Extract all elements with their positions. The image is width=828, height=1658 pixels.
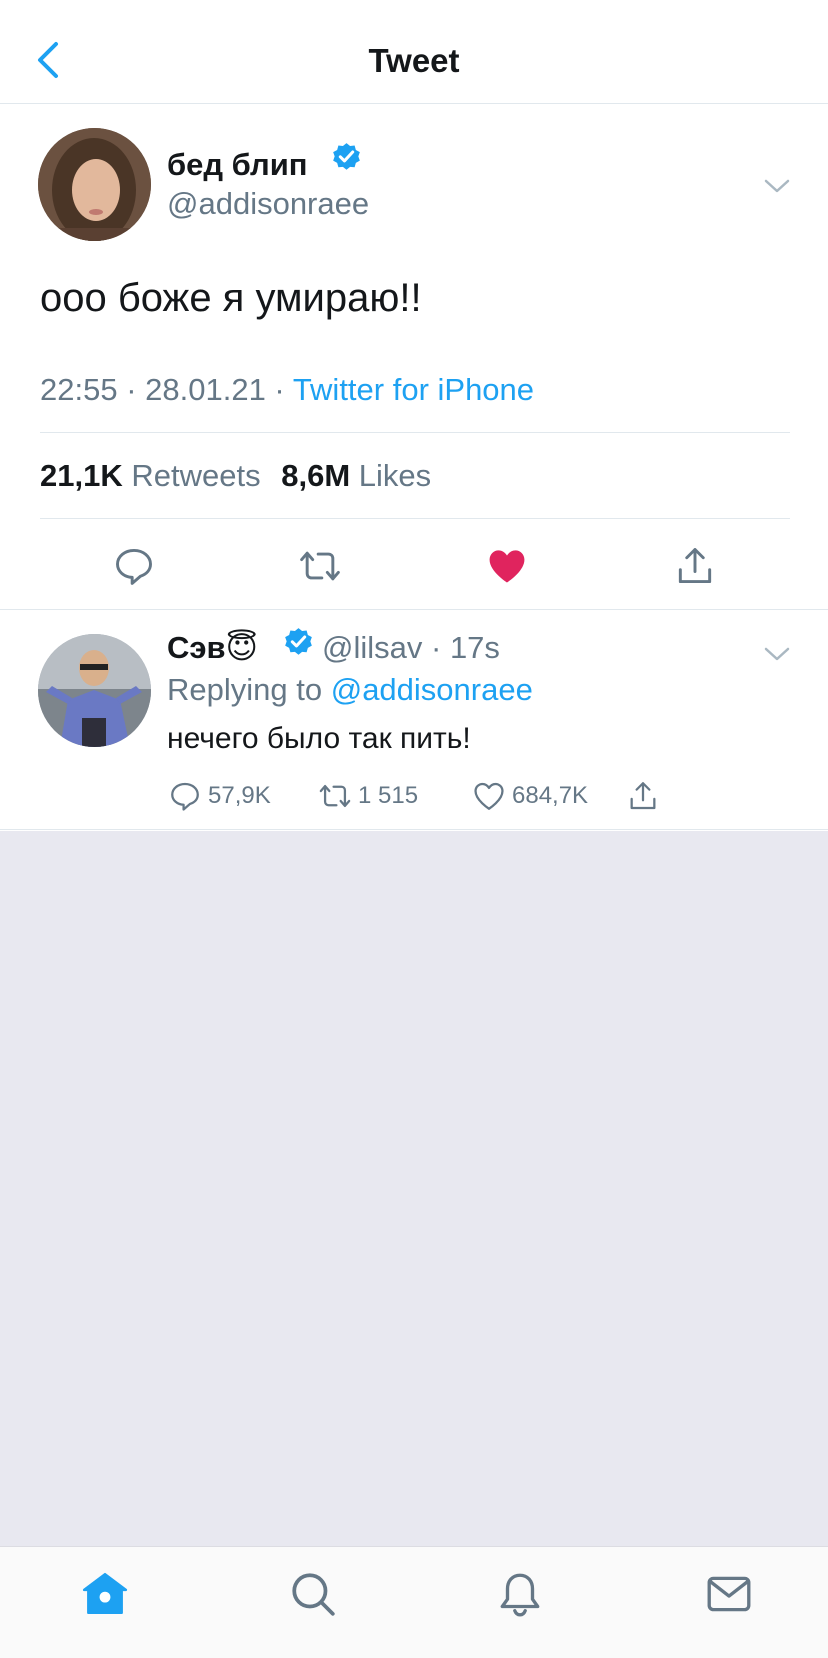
- divider: [40, 432, 790, 433]
- chevron-down-icon[interactable]: [762, 176, 792, 196]
- retweet-icon: [319, 784, 351, 808]
- search-icon[interactable]: [288, 1569, 338, 1619]
- retweets-stat[interactable]: 21,1K Retweets: [40, 458, 261, 493]
- reply-retweet-button[interactable]: 1 515: [318, 776, 418, 816]
- retweet-count: 1 515: [358, 782, 419, 809]
- messages-icon[interactable]: [704, 1569, 754, 1619]
- reply-reply-button[interactable]: 57,9K: [168, 776, 271, 816]
- like-count: 684,7K: [512, 782, 589, 809]
- reply-like-button[interactable]: 684,7K: [472, 776, 588, 816]
- page-title: Tweet: [368, 42, 460, 79]
- replying-prefix: Replying to: [167, 672, 323, 707]
- notifications-icon[interactable]: [495, 1569, 545, 1619]
- divider: [40, 518, 790, 519]
- avatar[interactable]: [38, 128, 151, 241]
- share-icon: [630, 782, 656, 810]
- heart-icon: [474, 782, 504, 810]
- reply-age: 17s: [449, 630, 500, 665]
- verified-badge-icon: [333, 143, 360, 170]
- reply-share-button[interactable]: [626, 776, 660, 816]
- author-display-name[interactable]: бед блип: [167, 147, 308, 183]
- retweet-icon[interactable]: [298, 544, 342, 588]
- chevron-down-icon[interactable]: [762, 644, 792, 664]
- like-icon[interactable]: [485, 544, 529, 588]
- verified-badge-icon: [285, 628, 312, 655]
- replying-to-link[interactable]: @addisonraee: [331, 672, 533, 707]
- likes-count: 8,6M: [281, 458, 351, 493]
- tweet-source-link[interactable]: Twitter for iPhone: [293, 372, 534, 407]
- avatar[interactable]: [38, 634, 151, 747]
- main-tweet: бед блип @addisonraee ооо боже я умираю!…: [0, 104, 828, 610]
- author-handle[interactable]: @addisonraee: [167, 186, 369, 222]
- tweet-meta: 22:55 · 28.01.21 · Twitter for iPhone: [40, 372, 535, 407]
- retweets-label: Retweets: [131, 458, 261, 493]
- empty-content-area: [0, 831, 828, 1546]
- tweet-time: 22:55: [40, 372, 118, 407]
- home-icon[interactable]: [80, 1569, 130, 1619]
- tweet-text: ооо боже я умираю!!: [40, 276, 422, 320]
- reply-count: 57,9K: [208, 782, 271, 809]
- reply-display-name[interactable]: Сэв😇: [167, 630, 258, 666]
- share-icon[interactable]: [673, 544, 717, 588]
- replying-to: Replying to @addisonraee: [167, 672, 533, 708]
- reply-handle[interactable]: @lilsav: [322, 630, 422, 665]
- bottom-tab-bar: [0, 1546, 828, 1658]
- tweet-date: 28.01.21: [145, 372, 266, 407]
- reply-icon: [171, 782, 199, 811]
- reply-text: нечего было так пить!: [167, 722, 471, 755]
- reply-icon[interactable]: [112, 544, 156, 588]
- top-nav-bar: Tweet: [0, 0, 828, 104]
- likes-stat[interactable]: 8,6M Likes: [281, 458, 431, 493]
- tweet-stats: 21,1K Retweets 8,6M Likes: [40, 458, 431, 494]
- reply-tweet[interactable]: Сэв😇 @lilsav · 17s Replying to @addisonr…: [0, 610, 828, 830]
- reply-handle-and-age: @lilsav · 17s: [322, 630, 500, 665]
- retweets-count: 21,1K: [40, 458, 123, 493]
- likes-label: Likes: [358, 458, 432, 493]
